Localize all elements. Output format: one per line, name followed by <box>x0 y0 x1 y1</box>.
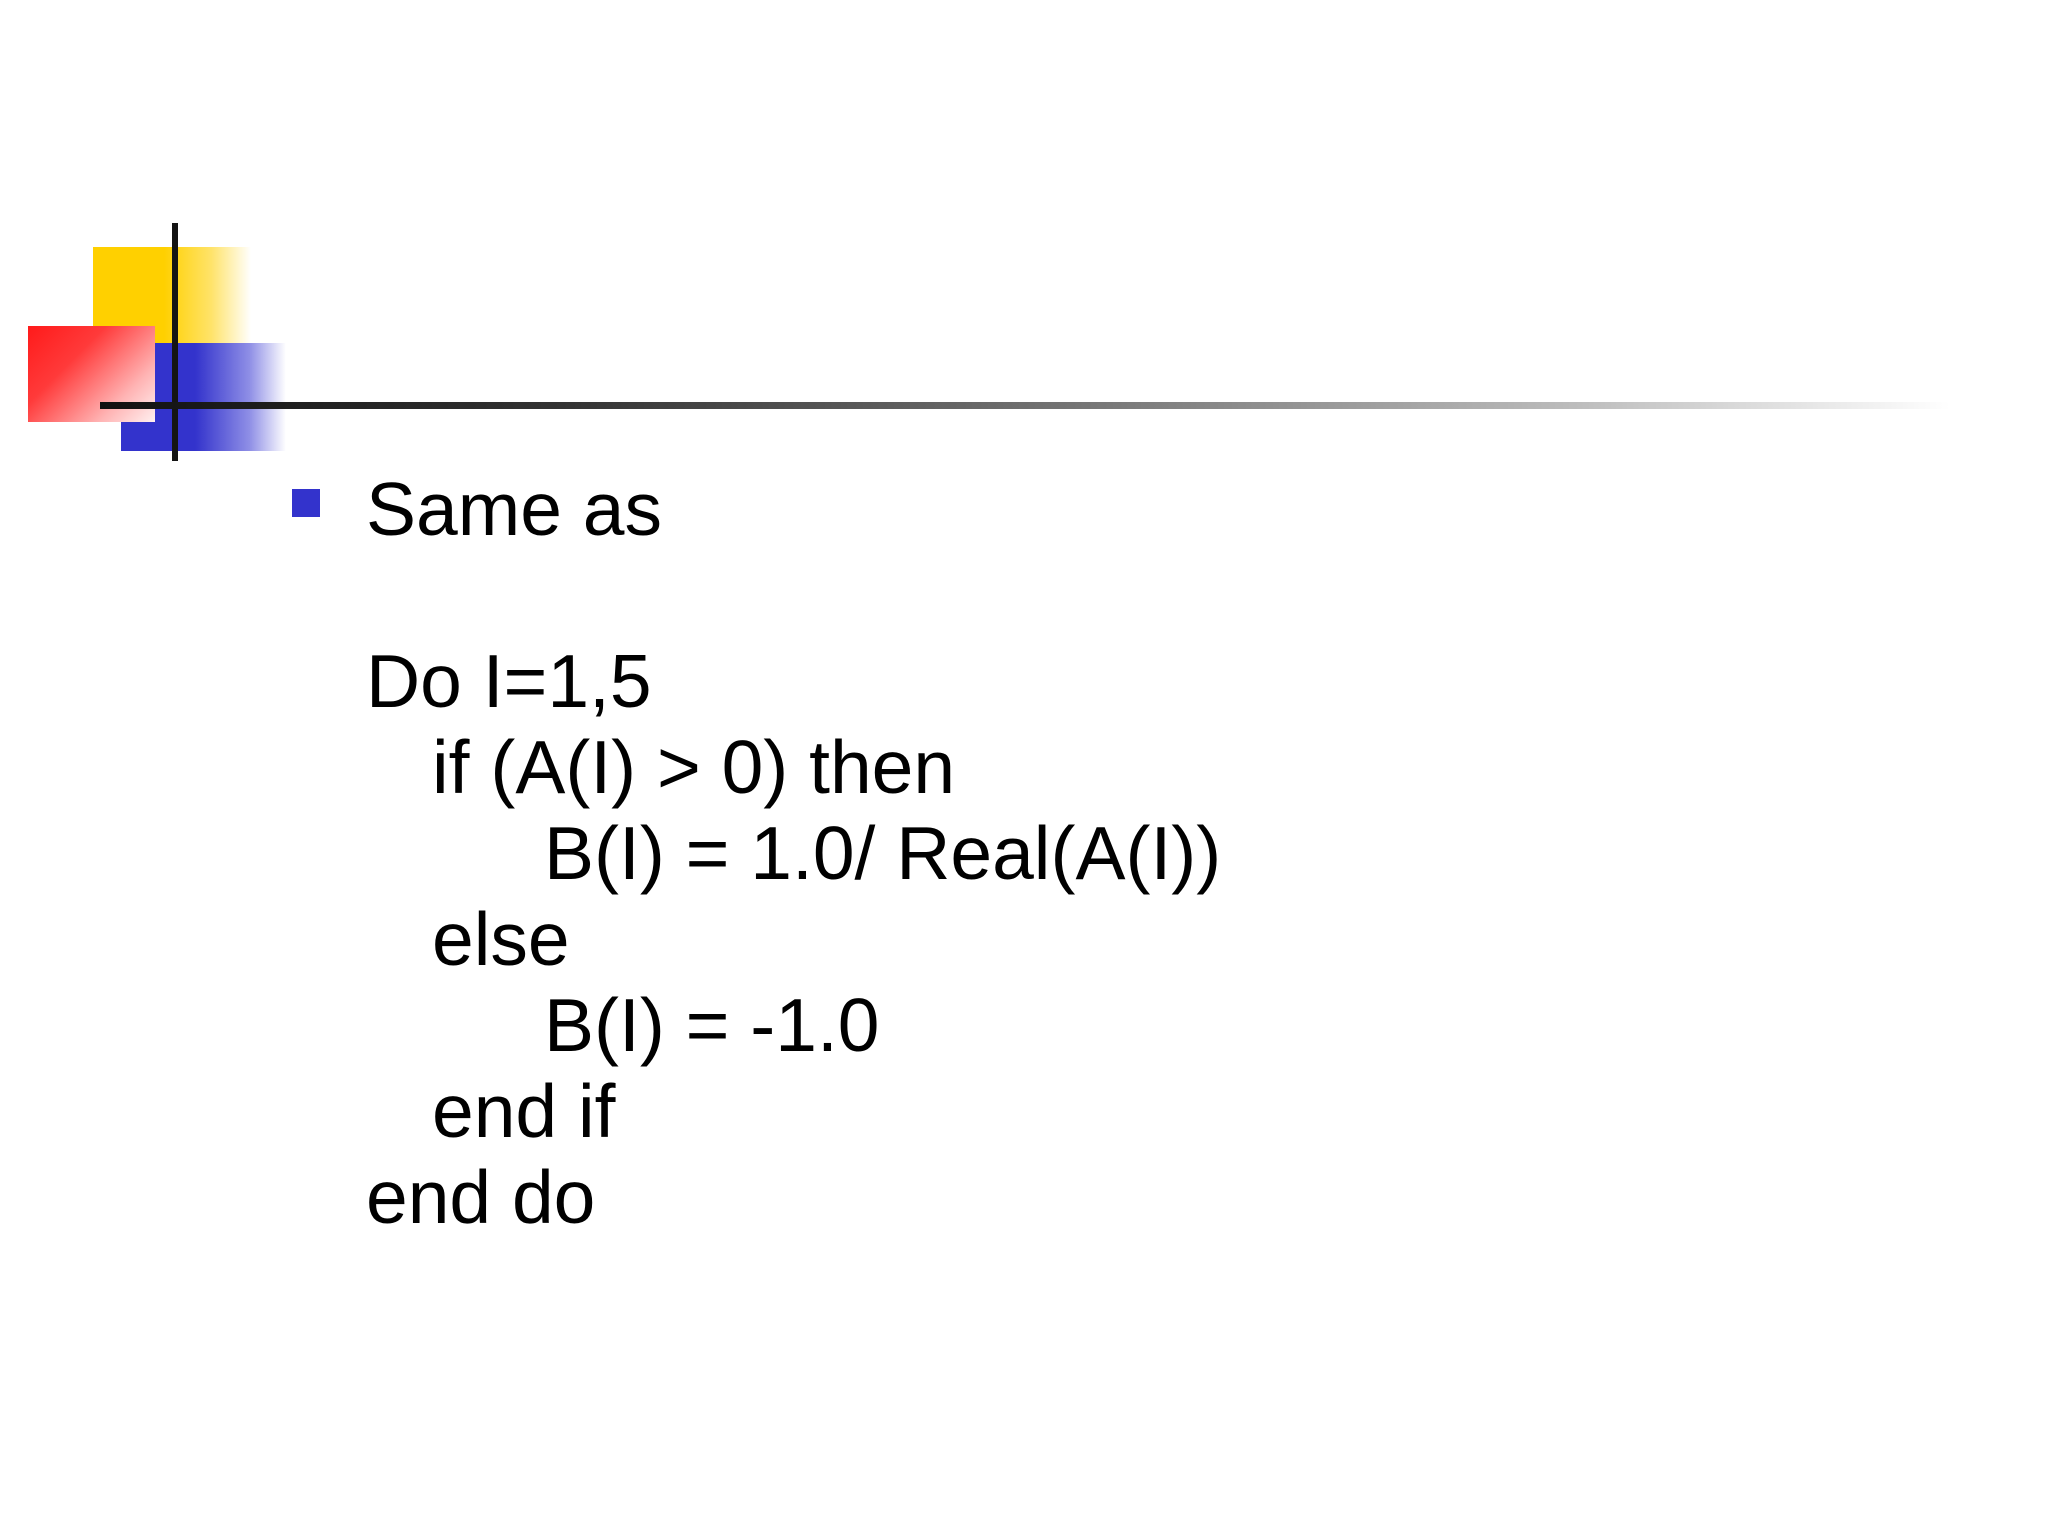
bullet-text: Same as <box>366 467 662 551</box>
slide-body: Same as Do I=1,5 if (A(I) > 0) then B(I)… <box>366 466 1966 1240</box>
code-line-do: Do I=1,5 <box>366 639 652 723</box>
square-bullet-icon <box>292 489 320 517</box>
decor-vertical-rule <box>172 223 178 461</box>
code-line-assign-negative: B(I) = -1.0 <box>544 983 880 1067</box>
code-line-else: else <box>432 897 570 981</box>
code-line-if: if (A(I) > 0) then <box>432 725 956 809</box>
decor-horizontal-rule <box>100 402 1950 409</box>
code-line-end-if: end if <box>432 1069 616 1153</box>
code-line-assign-reciprocal: B(I) = 1.0/ Real(A(I)) <box>544 811 1222 895</box>
code-line-end-do: end do <box>366 1155 596 1239</box>
